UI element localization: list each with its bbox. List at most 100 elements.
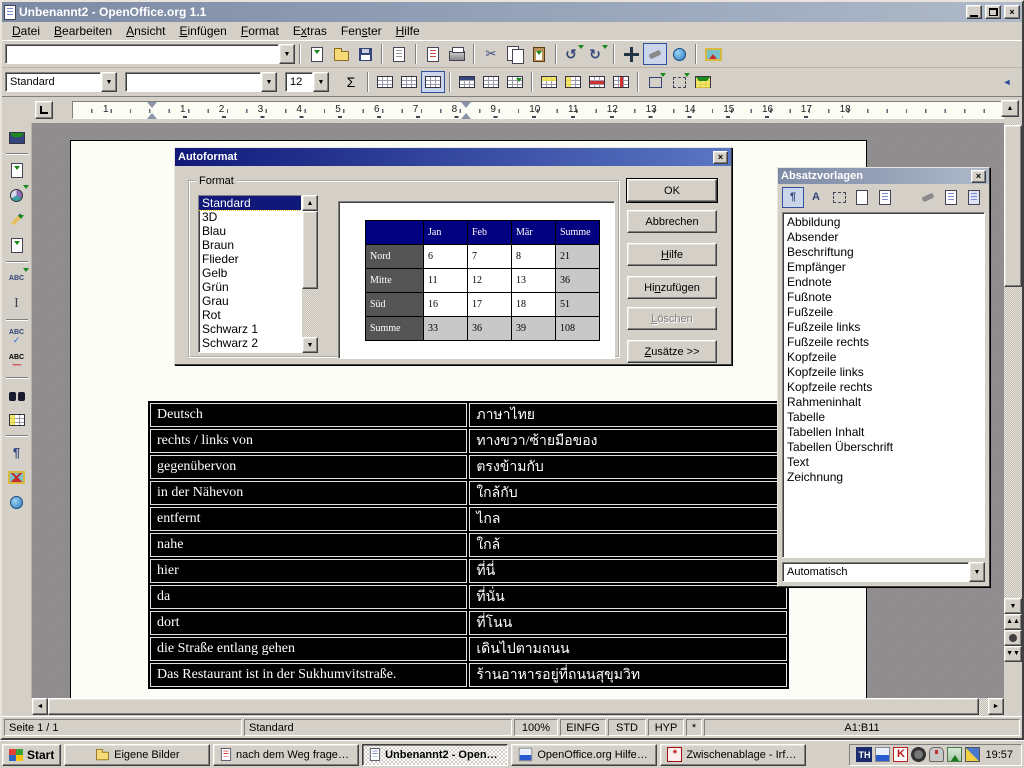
character-styles-button[interactable]: A bbox=[805, 187, 827, 208]
table-cell-thai[interactable]: ที่โนน bbox=[469, 611, 787, 635]
style-list-item[interactable]: Zeichnung bbox=[783, 470, 984, 485]
style-list-item[interactable]: Kopfzeile bbox=[783, 350, 984, 365]
antivirus-tray-icon[interactable]: K bbox=[893, 747, 908, 762]
table-cell-thai[interactable]: ใกล้ bbox=[469, 533, 787, 557]
spellcheck-button[interactable]: ABC✓ bbox=[4, 324, 30, 349]
format-list-item[interactable]: 3D bbox=[199, 210, 301, 224]
navigation-button[interactable] bbox=[1004, 630, 1022, 646]
task-unbenannt2[interactable]: Unbenannt2 - OpenO... bbox=[362, 744, 508, 766]
previous-page-button[interactable]: ▲▲ bbox=[1004, 614, 1022, 630]
style-list-item[interactable]: Rahmeninhalt bbox=[783, 395, 984, 410]
style-list-item[interactable]: Abbildung bbox=[783, 215, 984, 230]
merge-cells-button[interactable] bbox=[373, 71, 397, 93]
toolbar-collapse-button[interactable]: ◄ bbox=[995, 71, 1019, 93]
font-name-combo[interactable]: ▼ bbox=[125, 72, 277, 92]
format-list-item[interactable]: Standard bbox=[199, 196, 301, 210]
task-openoffice-hilfe[interactable]: OpenOffice.org Hilfe - ... bbox=[511, 744, 657, 766]
style-list-item[interactable]: Beschriftung bbox=[783, 245, 984, 260]
dialog-button[interactable]: Abbrechen bbox=[627, 210, 717, 233]
stylist-title-bar[interactable]: Absatzvorlagen × bbox=[778, 168, 989, 184]
table-cell-german[interactable]: Deutsch bbox=[150, 403, 467, 427]
style-list-item[interactable]: Endnote bbox=[783, 275, 984, 290]
navigator-button[interactable] bbox=[619, 43, 643, 65]
style-list-item[interactable]: Tabellen Inhalt bbox=[783, 425, 984, 440]
insert-table-button[interactable] bbox=[4, 125, 30, 150]
hscroll-track[interactable] bbox=[48, 698, 988, 716]
format-list-item[interactable]: Schwarz 2 bbox=[199, 336, 301, 350]
page-styles-button[interactable] bbox=[851, 187, 873, 208]
menu-item[interactable]: Hilfe bbox=[389, 22, 427, 40]
table-cell-thai[interactable]: ทางขวา/ซ้ายมือของ bbox=[469, 429, 787, 453]
split-cells-button[interactable] bbox=[397, 71, 421, 93]
frame-styles-button[interactable] bbox=[828, 187, 850, 208]
dialog-close-button[interactable]: × bbox=[713, 151, 728, 164]
format-list-item[interactable]: Flieder bbox=[199, 252, 301, 266]
scroll-down-button[interactable]: ▼ bbox=[1004, 598, 1022, 614]
background-color-button[interactable] bbox=[691, 71, 715, 93]
task-nach-dem-weg-fragen[interactable]: nach dem Weg fragen ... bbox=[213, 744, 359, 766]
table-fix-button[interactable] bbox=[455, 71, 479, 93]
keyboard-language-indicator[interactable]: TH bbox=[856, 747, 872, 762]
insert-row-button[interactable] bbox=[537, 71, 561, 93]
data-sources-button[interactable] bbox=[4, 407, 30, 432]
dialog-button[interactable]: OK bbox=[627, 179, 717, 202]
menu-item[interactable]: Fenster bbox=[334, 22, 389, 40]
scroll-up-button[interactable]: ▲ bbox=[302, 195, 318, 211]
paste-button[interactable] bbox=[527, 43, 551, 65]
update-style-button[interactable] bbox=[963, 187, 985, 208]
table-cell-thai[interactable]: ตรงข้ามกับ bbox=[469, 455, 787, 479]
font-size-field[interactable]: 12 bbox=[285, 72, 313, 92]
style-list-item[interactable]: Kopfzeile links bbox=[783, 365, 984, 380]
next-page-button[interactable]: ▼▼ bbox=[1004, 646, 1022, 662]
vscroll-thumb[interactable] bbox=[1004, 125, 1022, 287]
menu-item[interactable]: Extras bbox=[286, 22, 334, 40]
new-document-button[interactable] bbox=[305, 43, 329, 65]
redo-button[interactable]: ↻ bbox=[585, 43, 609, 65]
task-zwischenablage-irfanview[interactable]: * Zwischenablage - Irfan... bbox=[660, 744, 806, 766]
undo-button[interactable]: ↺ bbox=[561, 43, 585, 65]
graphics-toggle-button[interactable] bbox=[4, 465, 30, 490]
table-grid-button[interactable] bbox=[479, 71, 503, 93]
font-size-combo[interactable]: 12 ▼ bbox=[285, 72, 329, 92]
table-autoformat-button[interactable] bbox=[503, 71, 527, 93]
table-cell-german[interactable]: rechts / links von bbox=[150, 429, 467, 453]
style-list-item[interactable]: Fußnote bbox=[783, 290, 984, 305]
paragraph-styles-button[interactable]: ¶ bbox=[782, 187, 804, 208]
format-list-item[interactable]: Grün bbox=[199, 280, 301, 294]
url-combo[interactable]: ▼ bbox=[5, 44, 295, 64]
paragraph-style-combo[interactable]: Standard ▼ bbox=[5, 72, 117, 92]
paragraph-style-field[interactable]: Standard bbox=[5, 72, 101, 92]
dialog-title-bar[interactable]: Autoformat × bbox=[175, 148, 731, 166]
table-cell-thai[interactable]: ที่นั่น bbox=[469, 585, 787, 609]
nonprinting-chars-button[interactable]: ¶ bbox=[4, 440, 30, 465]
table-cell-thai[interactable]: ร้านอาหารอยู่ที่ถนนสุขุมวิท bbox=[469, 663, 787, 687]
indent-marker-left[interactable] bbox=[147, 102, 157, 119]
format-list-item[interactable]: Braun bbox=[199, 238, 301, 252]
delete-column-button[interactable] bbox=[609, 71, 633, 93]
new-style-button[interactable] bbox=[940, 187, 962, 208]
table-cell-german[interactable]: nahe bbox=[150, 533, 467, 557]
style-filter-field[interactable]: Automatisch bbox=[782, 562, 969, 582]
open-button[interactable] bbox=[329, 43, 353, 65]
menu-item[interactable]: Datei bbox=[5, 22, 47, 40]
hyperlink-button[interactable] bbox=[667, 43, 691, 65]
format-list-item[interactable]: Türkis bbox=[199, 350, 301, 353]
gallery-button[interactable] bbox=[701, 43, 725, 65]
dialog-button[interactable]: Löschen bbox=[627, 307, 717, 330]
table-cell-german[interactable]: in der Nähevon bbox=[150, 481, 467, 505]
table-cell-german[interactable]: gegenübervon bbox=[150, 455, 467, 479]
style-dropdown-button[interactable]: ▼ bbox=[101, 72, 117, 92]
insert-column-button[interactable] bbox=[561, 71, 585, 93]
style-list-item[interactable]: Text bbox=[783, 455, 984, 470]
status-insert-mode[interactable]: EINFG bbox=[560, 719, 606, 736]
url-dropdown-button[interactable]: ▼ bbox=[279, 44, 295, 64]
menu-item[interactable]: Bearbeiten bbox=[47, 22, 119, 40]
table-cell-german[interactable]: da bbox=[150, 585, 467, 609]
remove-hardware-tray-icon[interactable] bbox=[947, 747, 962, 762]
optimize-cells-button[interactable] bbox=[421, 71, 445, 93]
font-name-field[interactable] bbox=[125, 72, 261, 92]
format-list-item[interactable]: Grau bbox=[199, 294, 301, 308]
minimize-button[interactable] bbox=[966, 5, 982, 19]
format-list-item[interactable]: Gelb bbox=[199, 266, 301, 280]
size-dropdown-button[interactable]: ▼ bbox=[313, 72, 329, 92]
